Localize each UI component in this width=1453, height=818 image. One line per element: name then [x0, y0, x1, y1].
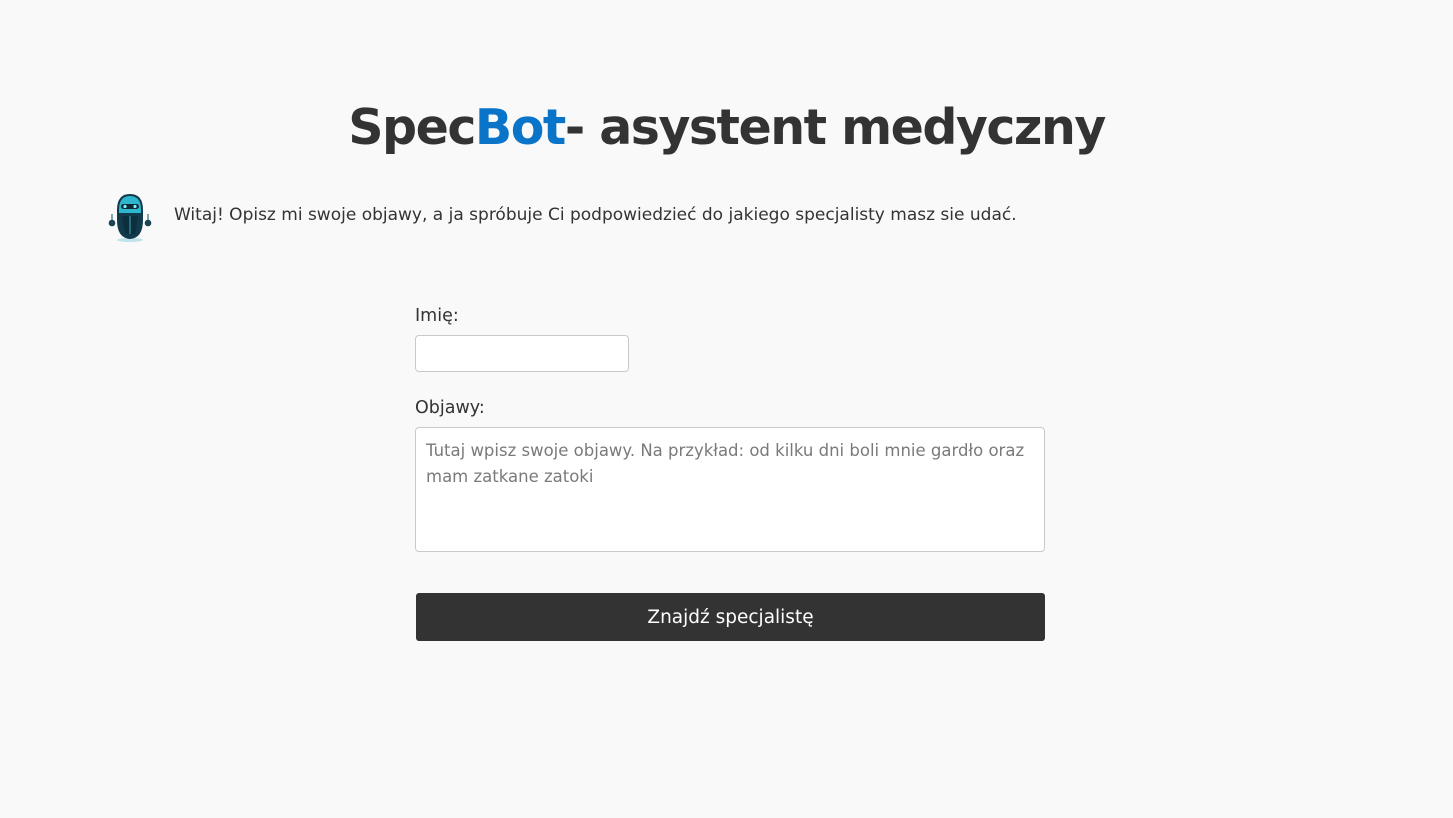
- page-title: SpecBot- asystent medyczny: [0, 95, 1453, 161]
- title-brand-bot: Bot: [474, 98, 566, 156]
- name-input[interactable]: [415, 335, 629, 372]
- greeting-message: Witaj! Opisz mi swoje objawy, a ja sprób…: [174, 205, 1017, 225]
- title-subtitle: - asystent medyczny: [564, 98, 1106, 156]
- robot-icon: [108, 194, 152, 242]
- symptoms-label: Objawy:: [415, 398, 485, 418]
- title-brand-spec: Spec: [348, 98, 476, 156]
- bot-greeting: Witaj! Opisz mi swoje objawy, a ja sprób…: [104, 190, 1017, 244]
- symptom-form: Imię: Objawy: Znajdź specjalistę: [415, 302, 1045, 641]
- find-specialist-button[interactable]: Znajdź specjalistę: [416, 593, 1045, 641]
- symptoms-textarea[interactable]: [415, 427, 1045, 552]
- name-label: Imię:: [415, 306, 459, 326]
